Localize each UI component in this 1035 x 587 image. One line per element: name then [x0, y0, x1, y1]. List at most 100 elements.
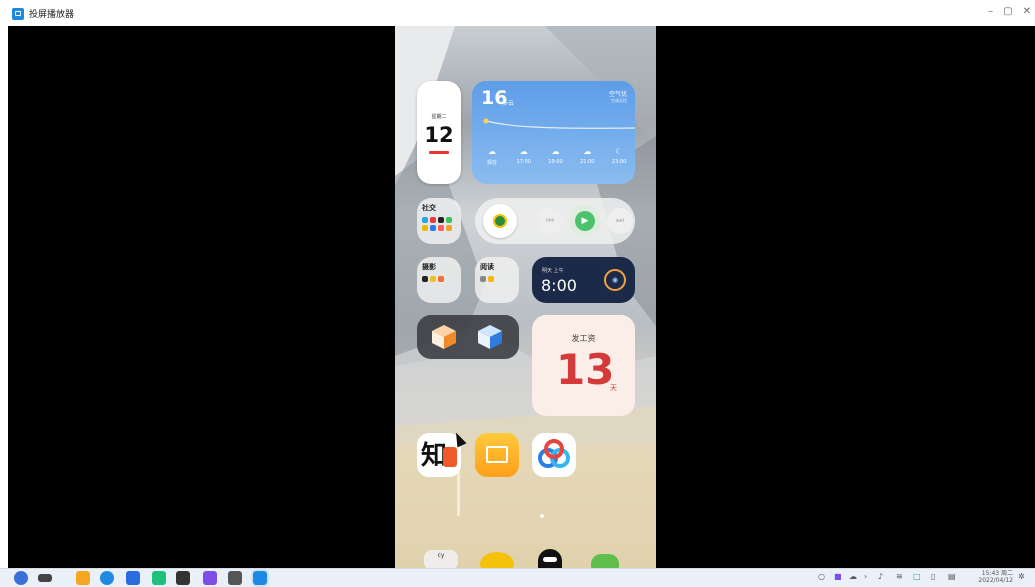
payday-unit: 天	[610, 384, 617, 392]
baidu-netdisk-app-icon[interactable]	[532, 433, 576, 477]
alarm-icon[interactable]: ◉	[604, 269, 626, 291]
weather-condition: 多云	[502, 100, 515, 107]
app-dot	[488, 276, 494, 282]
volume-icon[interactable]: ♪	[878, 572, 883, 581]
maximize-button[interactable]: ▢	[1003, 6, 1012, 17]
camera-icon[interactable]	[228, 571, 242, 585]
alarm-subtitle: 明天 上午	[542, 268, 564, 274]
app-dot	[422, 276, 428, 282]
search-icon[interactable]: ○	[818, 572, 825, 581]
app-dot	[446, 217, 452, 223]
previous-track-button[interactable]: ⏮	[537, 208, 563, 234]
app-dot	[430, 225, 436, 231]
minimize-button[interactable]: –	[988, 6, 993, 17]
file-explorer-icon[interactable]	[76, 571, 90, 585]
play-button[interactable]: ▶	[569, 205, 601, 237]
terminal-icon[interactable]	[176, 571, 190, 585]
music-widget[interactable]: ⏮ ▶ ⏭	[475, 198, 635, 244]
app-dot	[430, 276, 436, 282]
message-icon[interactable]: □	[913, 572, 921, 581]
calendar-accent-bar	[429, 151, 449, 154]
alarm-widget[interactable]: 明天 上午 8:00 ◉	[532, 257, 635, 303]
window-title: 投屏播放器	[29, 10, 75, 20]
phone-dock: cy	[395, 536, 656, 568]
taskbar-clock[interactable]: 15:43 周二 2022/04/12	[978, 570, 1013, 584]
orange-cube-icon[interactable]	[431, 324, 457, 350]
phone-homescreen[interactable]: 星期二 12 16 多云 空气优 空调无忧 ☁ 现在 ☁ 17:00 ☁ 19:00 …	[395, 26, 656, 568]
clock-date: 2022/04/12	[978, 577, 1013, 584]
wifi-icon[interactable]: ≋	[896, 572, 903, 581]
edge-browser-icon[interactable]	[100, 571, 114, 585]
dock-app-icon[interactable]	[480, 552, 514, 568]
start-button[interactable]	[14, 571, 28, 585]
wechat-app-icon[interactable]	[591, 554, 619, 568]
weather-air-quality: 空气优	[608, 91, 627, 98]
wechat-pc-icon[interactable]	[152, 571, 166, 585]
keyboard-icon[interactable]: ▤	[948, 572, 956, 581]
qq-app-icon[interactable]	[538, 549, 562, 568]
weather-hour: ☁ 现在	[478, 147, 506, 166]
screen-mirror-taskbar-icon[interactable]	[251, 569, 269, 587]
cloud-icon: ☁	[583, 147, 592, 156]
battery-icon[interactable]: ▯	[931, 572, 935, 581]
payday-countdown-widget[interactable]: 发工资 13 天	[532, 315, 635, 416]
weather-hour: ☁ 19:00	[542, 147, 570, 166]
photo-folder-label: 摄影	[422, 263, 436, 271]
weather-widget[interactable]: 16 多云 空气优 空调无忧 ☁ 现在 ☁ 17:00 ☁ 19:00 ☁ 21:00 …	[472, 81, 635, 184]
close-button[interactable]: ✕	[1023, 6, 1031, 17]
next-track-button[interactable]: ⏭	[607, 208, 633, 234]
tray-app-icon[interactable]: ■	[834, 572, 842, 581]
app-dot	[438, 217, 444, 223]
cloud-icon: ☁	[488, 147, 496, 156]
cloud-icon: ☁	[519, 147, 528, 156]
app-dot	[430, 217, 436, 223]
blue-cube-icon[interactable]	[477, 324, 503, 350]
dock-cy-item[interactable]: cy	[424, 550, 458, 568]
calendar-day: 12	[424, 123, 454, 147]
cloud-icon	[538, 439, 570, 468]
weather-hour: ☁ 17:00	[510, 147, 538, 166]
payday-days: 13	[556, 345, 615, 394]
task-view-icon[interactable]	[38, 574, 52, 582]
reading-app-grid	[480, 276, 516, 282]
reading-folder[interactable]: 阅读	[475, 257, 519, 303]
taskbar: ○ ■ ☁ › ♪ ≋ □ ▯ ▤ 15:43 周二 2022/04/12 ✲	[0, 568, 1035, 587]
moon-icon: ☾	[615, 147, 623, 156]
cloud-icon: ☁	[551, 147, 560, 156]
mail-app-icon[interactable]	[475, 433, 519, 477]
clock-time: 15:43 周二	[981, 570, 1013, 577]
social-folder-label: 社交	[422, 204, 436, 212]
app-dot	[438, 276, 444, 282]
weather-hour: ☾ 23:00	[605, 147, 633, 166]
temperature-curve	[483, 118, 635, 129]
chevron-right-icon[interactable]: ›	[864, 572, 867, 581]
reading-folder-label: 阅读	[480, 263, 494, 271]
photo-folder[interactable]: 摄影	[417, 257, 461, 303]
page-indicator	[540, 514, 544, 518]
cloud-tray-icon[interactable]: ☁	[849, 572, 857, 581]
window-titlebar: 投屏播放器 – ▢ ✕	[0, 0, 1035, 26]
zhihu-badge	[443, 447, 457, 467]
window-controls: – ▢ ✕	[988, 6, 1031, 17]
app-dot	[422, 217, 428, 223]
notification-icon[interactable]: ✲	[1018, 572, 1025, 581]
weather-hour: ☁ 21:00	[573, 147, 601, 166]
play-icon: ▶	[575, 211, 595, 231]
app-dot	[480, 276, 486, 282]
alarm-time: 8:00	[541, 276, 577, 295]
social-app-grid	[422, 217, 458, 231]
app-icon[interactable]	[203, 571, 217, 585]
social-folder[interactable]: 社交	[417, 198, 461, 244]
calendar-weekday: 星期二	[431, 114, 447, 120]
word-app-icon[interactable]	[126, 571, 140, 585]
photo-app-grid	[422, 276, 458, 282]
app-dot	[422, 225, 428, 231]
app-cubes-widget[interactable]	[417, 315, 519, 359]
weather-hourly: ☁ 现在 ☁ 17:00 ☁ 19:00 ☁ 21:00 ☾ 23:00	[478, 147, 633, 166]
app-dot	[438, 225, 444, 231]
calendar-widget[interactable]: 星期二 12	[417, 81, 461, 184]
app-dot	[446, 225, 452, 231]
payday-label: 发工资	[571, 334, 596, 343]
mirror-screen[interactable]: 星期二 12 16 多云 空气优 空调无忧 ☁ 现在 ☁ 17:00 ☁ 19:00 …	[8, 26, 1035, 568]
screen-mirror-app-icon	[12, 8, 24, 20]
